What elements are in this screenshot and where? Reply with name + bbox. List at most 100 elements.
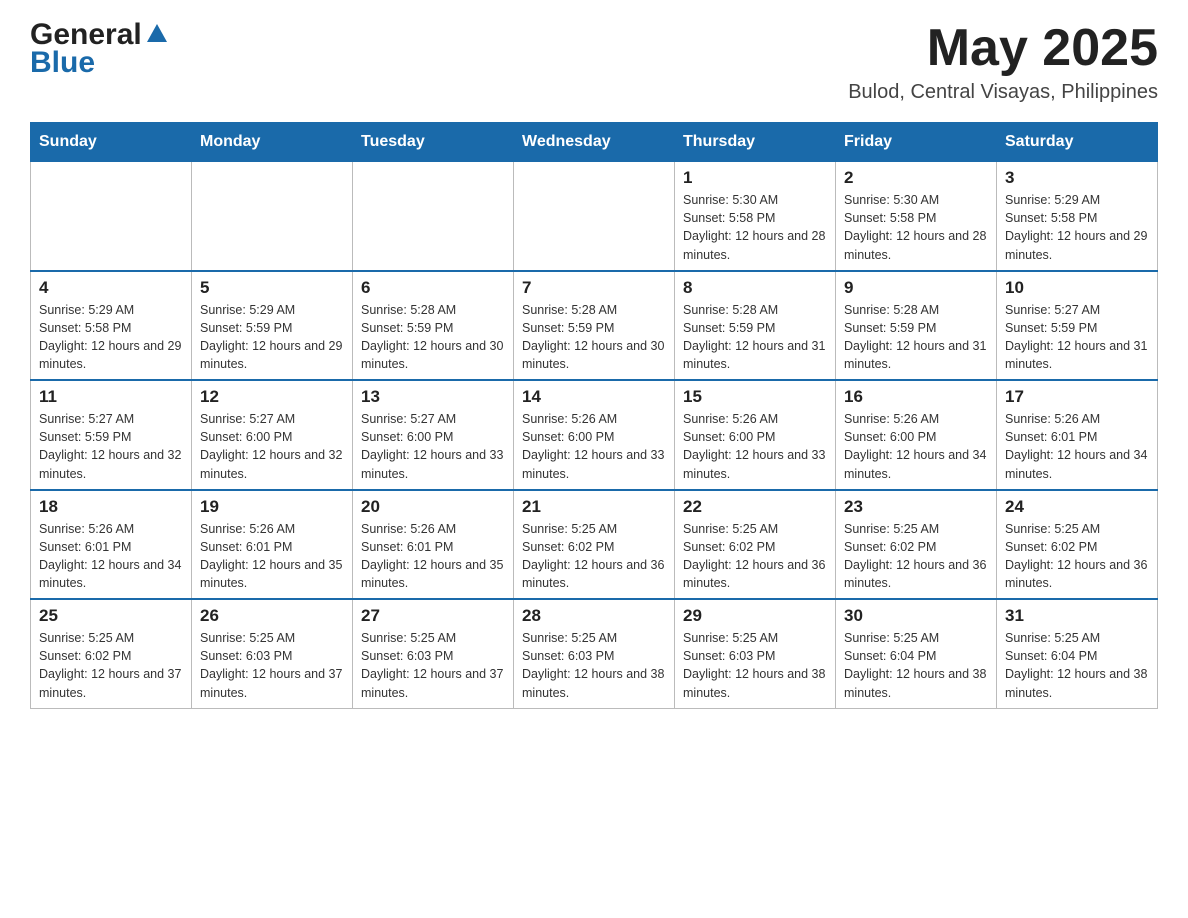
calendar-cell: 8 Sunrise: 5:28 AM Sunset: 5:59 PM Daylig…: [675, 271, 836, 381]
day-number: 31: [1005, 606, 1149, 626]
day-number: 16: [844, 387, 988, 407]
calendar-day-header: Tuesday: [353, 123, 514, 162]
day-info: Sunrise: 5:28 AM Sunset: 5:59 PM Dayligh…: [683, 301, 827, 374]
day-info: Sunrise: 5:26 AM Sunset: 6:01 PM Dayligh…: [1005, 410, 1149, 483]
calendar-cell: 31 Sunrise: 5:25 AM Sunset: 6:04 PM Dayli…: [997, 599, 1158, 708]
calendar-week-row: 4 Sunrise: 5:29 AM Sunset: 5:58 PM Daylig…: [31, 271, 1158, 381]
day-info: Sunrise: 5:27 AM Sunset: 5:59 PM Dayligh…: [39, 410, 183, 483]
calendar-day-header: Wednesday: [514, 123, 675, 162]
day-info: Sunrise: 5:28 AM Sunset: 5:59 PM Dayligh…: [844, 301, 988, 374]
calendar-cell: 17 Sunrise: 5:26 AM Sunset: 6:01 PM Dayli…: [997, 380, 1158, 490]
day-info: Sunrise: 5:27 AM Sunset: 5:59 PM Dayligh…: [1005, 301, 1149, 374]
day-info: Sunrise: 5:25 AM Sunset: 6:02 PM Dayligh…: [844, 520, 988, 593]
day-info: Sunrise: 5:26 AM Sunset: 6:01 PM Dayligh…: [361, 520, 505, 593]
calendar-cell: 24 Sunrise: 5:25 AM Sunset: 6:02 PM Dayli…: [997, 490, 1158, 600]
day-number: 12: [200, 387, 344, 407]
day-info: Sunrise: 5:26 AM Sunset: 6:00 PM Dayligh…: [844, 410, 988, 483]
day-info: Sunrise: 5:26 AM Sunset: 6:01 PM Dayligh…: [39, 520, 183, 593]
day-info: Sunrise: 5:25 AM Sunset: 6:02 PM Dayligh…: [1005, 520, 1149, 593]
day-number: 15: [683, 387, 827, 407]
day-number: 30: [844, 606, 988, 626]
day-number: 26: [200, 606, 344, 626]
calendar-week-row: 18Sunrise: 5:26 AM Sunset: 6:01 PM Dayli…: [31, 490, 1158, 600]
day-number: 20: [361, 497, 505, 517]
calendar-day-header: Friday: [836, 123, 997, 162]
calendar-week-row: 25 Sunrise: 5:25 AM Sunset: 6:02 PM Dayli…: [31, 599, 1158, 708]
calendar-cell: [514, 162, 675, 271]
day-info: Sunrise: 5:28 AM Sunset: 5:59 PM Dayligh…: [361, 301, 505, 374]
day-info: Sunrise: 5:29 AM Sunset: 5:58 PM Dayligh…: [39, 301, 183, 374]
day-info: Sunrise: 5:25 AM Sunset: 6:04 PM Dayligh…: [844, 629, 988, 702]
calendar-cell: 29 Sunrise: 5:25 AM Sunset: 6:03 PM Dayli…: [675, 599, 836, 708]
calendar-cell: 9 Sunrise: 5:28 AM Sunset: 5:59 PM Daylig…: [836, 271, 997, 381]
day-info: Sunrise: 5:26 AM Sunset: 6:00 PM Dayligh…: [522, 410, 666, 483]
calendar-day-header: Thursday: [675, 123, 836, 162]
day-number: 4: [39, 278, 183, 298]
day-info: Sunrise: 5:25 AM Sunset: 6:03 PM Dayligh…: [683, 629, 827, 702]
day-info: Sunrise: 5:25 AM Sunset: 6:04 PM Dayligh…: [1005, 629, 1149, 702]
day-number: 1: [683, 168, 827, 188]
day-number: 27: [361, 606, 505, 626]
calendar-cell: [192, 162, 353, 271]
day-info: Sunrise: 5:25 AM Sunset: 6:03 PM Dayligh…: [522, 629, 666, 702]
calendar-cell: 21Sunrise: 5:25 AM Sunset: 6:02 PM Dayli…: [514, 490, 675, 600]
day-info: Sunrise: 5:25 AM Sunset: 6:02 PM Dayligh…: [39, 629, 183, 702]
logo-triangle-icon: [145, 22, 169, 46]
calendar-cell: 12Sunrise: 5:27 AM Sunset: 6:00 PM Dayli…: [192, 380, 353, 490]
calendar-cell: 7 Sunrise: 5:28 AM Sunset: 5:59 PM Daylig…: [514, 271, 675, 381]
calendar-cell: 5 Sunrise: 5:29 AM Sunset: 5:59 PM Daylig…: [192, 271, 353, 381]
calendar-cell: 28 Sunrise: 5:25 AM Sunset: 6:03 PM Dayli…: [514, 599, 675, 708]
day-info: Sunrise: 5:29 AM Sunset: 5:58 PM Dayligh…: [1005, 191, 1149, 264]
day-number: 29: [683, 606, 827, 626]
calendar-cell: 30 Sunrise: 5:25 AM Sunset: 6:04 PM Dayli…: [836, 599, 997, 708]
location-subtitle: Bulod, Central Visayas, Philippines: [848, 81, 1158, 104]
day-number: 24: [1005, 497, 1149, 517]
calendar-cell: 2Sunrise: 5:30 AM Sunset: 5:58 PM Daylig…: [836, 162, 997, 271]
day-info: Sunrise: 5:25 AM Sunset: 6:02 PM Dayligh…: [683, 520, 827, 593]
day-number: 14: [522, 387, 666, 407]
day-number: 7: [522, 278, 666, 298]
calendar-cell: 26Sunrise: 5:25 AM Sunset: 6:03 PM Dayli…: [192, 599, 353, 708]
day-number: 22: [683, 497, 827, 517]
page-header: General Blue May 2025 Bulod, Central Vis…: [30, 20, 1158, 104]
calendar-cell: 23 Sunrise: 5:25 AM Sunset: 6:02 PM Dayli…: [836, 490, 997, 600]
day-number: 5: [200, 278, 344, 298]
calendar-cell: 19 Sunrise: 5:26 AM Sunset: 6:01 PM Dayli…: [192, 490, 353, 600]
calendar-cell: 10Sunrise: 5:27 AM Sunset: 5:59 PM Dayli…: [997, 271, 1158, 381]
day-number: 8: [683, 278, 827, 298]
calendar-cell: 16 Sunrise: 5:26 AM Sunset: 6:00 PM Dayli…: [836, 380, 997, 490]
day-info: Sunrise: 5:30 AM Sunset: 5:58 PM Dayligh…: [844, 191, 988, 264]
logo-blue-text: Blue: [30, 46, 95, 79]
day-number: 17: [1005, 387, 1149, 407]
calendar-cell: 14 Sunrise: 5:26 AM Sunset: 6:00 PM Dayli…: [514, 380, 675, 490]
day-number: 19: [200, 497, 344, 517]
calendar-cell: 3Sunrise: 5:29 AM Sunset: 5:58 PM Daylig…: [997, 162, 1158, 271]
calendar-day-header: Monday: [192, 123, 353, 162]
day-number: 6: [361, 278, 505, 298]
day-info: Sunrise: 5:28 AM Sunset: 5:59 PM Dayligh…: [522, 301, 666, 374]
calendar-cell: [353, 162, 514, 271]
calendar-cell: 1 Sunrise: 5:30 AM Sunset: 5:58 PM Daylig…: [675, 162, 836, 271]
calendar-table: SundayMondayTuesdayWednesdayThursdayFrid…: [30, 122, 1158, 709]
day-number: 13: [361, 387, 505, 407]
day-number: 11: [39, 387, 183, 407]
day-info: Sunrise: 5:30 AM Sunset: 5:58 PM Dayligh…: [683, 191, 827, 264]
logo: General Blue: [30, 20, 169, 78]
calendar-cell: 22 Sunrise: 5:25 AM Sunset: 6:02 PM Dayli…: [675, 490, 836, 600]
calendar-cell: 13Sunrise: 5:27 AM Sunset: 6:00 PM Dayli…: [353, 380, 514, 490]
day-info: Sunrise: 5:25 AM Sunset: 6:02 PM Dayligh…: [522, 520, 666, 593]
calendar-header-row: SundayMondayTuesdayWednesdayThursdayFrid…: [31, 123, 1158, 162]
day-info: Sunrise: 5:29 AM Sunset: 5:59 PM Dayligh…: [200, 301, 344, 374]
month-title: May 2025: [848, 20, 1158, 77]
day-number: 28: [522, 606, 666, 626]
calendar-day-header: Sunday: [31, 123, 192, 162]
day-number: 23: [844, 497, 988, 517]
day-number: 9: [844, 278, 988, 298]
calendar-cell: 27 Sunrise: 5:25 AM Sunset: 6:03 PM Dayli…: [353, 599, 514, 708]
day-number: 25: [39, 606, 183, 626]
calendar-cell: 4 Sunrise: 5:29 AM Sunset: 5:58 PM Daylig…: [31, 271, 192, 381]
day-info: Sunrise: 5:26 AM Sunset: 6:00 PM Dayligh…: [683, 410, 827, 483]
day-info: Sunrise: 5:26 AM Sunset: 6:01 PM Dayligh…: [200, 520, 344, 593]
calendar-day-header: Saturday: [997, 123, 1158, 162]
day-info: Sunrise: 5:25 AM Sunset: 6:03 PM Dayligh…: [361, 629, 505, 702]
